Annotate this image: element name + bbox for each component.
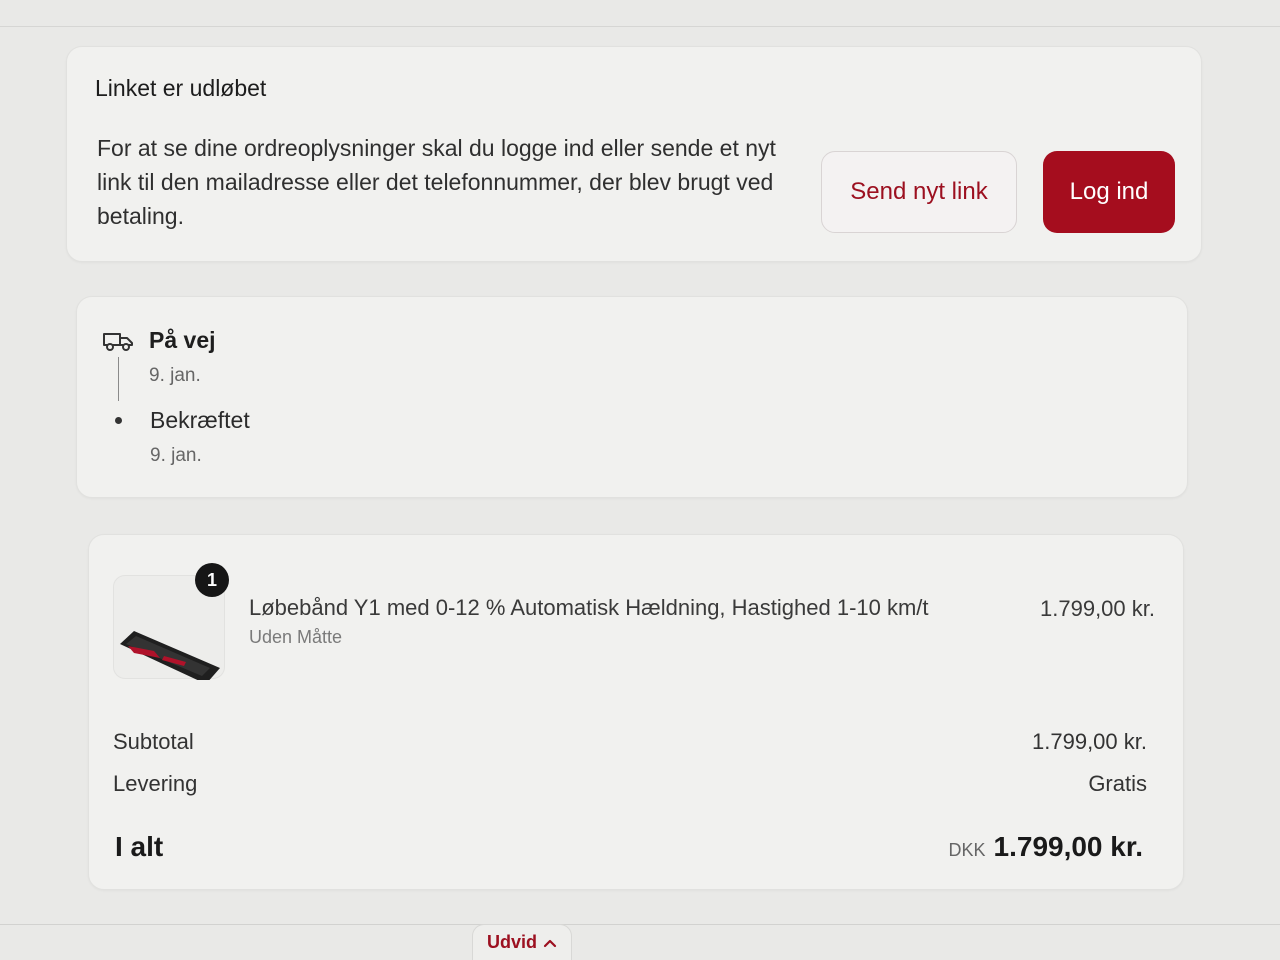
status-step-date: 9. jan. (150, 445, 202, 466)
shipping-value: Gratis (1088, 771, 1147, 796)
status-step-label: På vej (149, 327, 216, 353)
expand-label: Udvid (486, 932, 537, 952)
order-status-card: På vej 9. jan. Bekræftet 9. jan. (76, 296, 1188, 498)
chevron-up-icon (543, 939, 557, 947)
timeline-connector (118, 357, 119, 401)
order-summary-card: 1 Løbebånd Y1 med 0-12 % Automatisk Hæld… (88, 534, 1184, 890)
quantity-badge: 1 (195, 563, 229, 597)
total-value: DKK 1.799,00 kr. (949, 831, 1144, 863)
product-name: Løbebånd Y1 med 0-12 % Automatisk Hældni… (249, 595, 929, 620)
total-amount: 1.799,00 kr. (993, 831, 1143, 862)
expired-link-card: Linket er udløbet For at se dine ordreop… (66, 46, 1202, 262)
login-button[interactable]: Log ind (1043, 151, 1175, 233)
send-new-link-button[interactable]: Send nyt link (821, 151, 1017, 233)
shipping-label: Levering (113, 771, 198, 796)
product-variant: Uden Måtte (249, 627, 343, 647)
expand-button[interactable]: Udvid (472, 924, 572, 960)
product-price: 1.799,00 kr. (1040, 596, 1155, 621)
truck-icon (103, 333, 133, 351)
status-step-date: 9. jan. (149, 365, 201, 386)
expired-title: Linket er udløbet (95, 75, 267, 101)
expired-message: For at se dine ordreoplysninger skal du … (97, 135, 776, 229)
top-divider (0, 26, 1280, 27)
bottom-divider (0, 924, 1280, 925)
total-currency: DKK (948, 840, 986, 860)
status-step-label: Bekræftet (150, 407, 250, 433)
dot-icon (115, 417, 122, 424)
subtotal-label: Subtotal (113, 729, 194, 754)
total-label: I alt (115, 831, 164, 862)
subtotal-value: 1.799,00 kr. (1032, 729, 1147, 754)
